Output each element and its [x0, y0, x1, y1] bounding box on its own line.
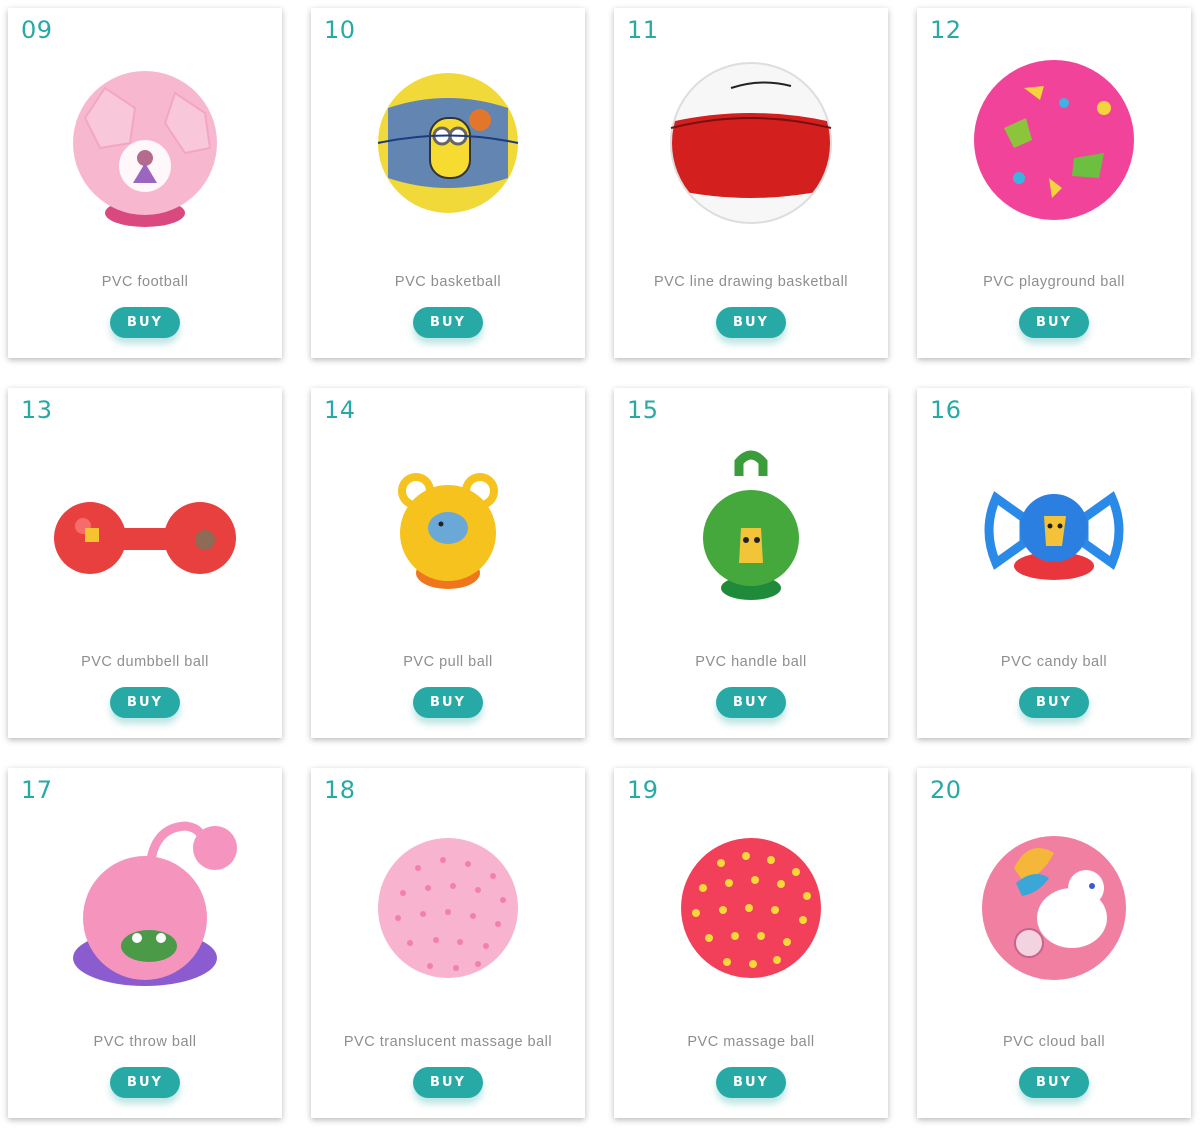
product-number: 10 [324, 16, 356, 44]
buy-button[interactable]: BUY [413, 1067, 483, 1098]
product-card: 15 PVC handle ball BUY [614, 388, 888, 738]
buy-button[interactable]: BUY [716, 307, 786, 338]
pvc-handle-ball-image [651, 428, 851, 608]
product-name: PVC handle ball [695, 654, 807, 670]
product-name: PVC basketball [394, 274, 502, 290]
product-grid: 09 PVC football BUY 10 PVC basketball BU… [8, 8, 1191, 1118]
buy-button[interactable]: BUY [716, 687, 786, 718]
product-number: 13 [21, 396, 53, 424]
buy-button[interactable]: BUY [413, 307, 483, 338]
buy-button[interactable]: BUY [110, 687, 180, 718]
buy-button[interactable]: BUY [716, 1067, 786, 1098]
product-number: 15 [627, 396, 659, 424]
pvc-dumbbell-ball-image [45, 428, 245, 608]
product-name: PVC dumbbell ball [81, 654, 209, 670]
product-number: 16 [930, 396, 962, 424]
product-name: PVC translucent massage ball [343, 1034, 553, 1050]
pvc-line-drawing-basketball-image [651, 48, 851, 228]
product-number: 17 [21, 776, 53, 804]
product-name: PVC football [101, 274, 189, 290]
buy-button[interactable]: BUY [110, 1067, 180, 1098]
product-name: PVC candy ball [1000, 654, 1108, 670]
product-card: 11 PVC line drawing basketball BUY [614, 8, 888, 358]
pvc-candy-ball-image [954, 428, 1154, 608]
pvc-translucent-massage-ball-image [348, 808, 548, 988]
product-card: 18 PVC translucent massage ball BUY [311, 768, 585, 1118]
buy-button[interactable]: BUY [1019, 307, 1089, 338]
product-name: PVC pull ball [403, 654, 493, 670]
product-card: 16 PVC candy ball BUY [917, 388, 1191, 738]
product-number: 20 [930, 776, 962, 804]
product-name: PVC playground ball [983, 274, 1125, 290]
buy-button[interactable]: BUY [413, 687, 483, 718]
pvc-playground-ball-image [954, 48, 1154, 228]
pvc-throw-ball-image [45, 808, 245, 988]
pvc-pull-ball-image [348, 428, 548, 608]
pvc-basketball-image [348, 48, 548, 228]
product-card: 09 PVC football BUY [8, 8, 282, 358]
product-name: PVC line drawing basketball [653, 274, 849, 290]
pvc-football-image [45, 48, 245, 228]
product-card: 12 PVC playground ball BUY [917, 8, 1191, 358]
product-number: 19 [627, 776, 659, 804]
buy-button[interactable]: BUY [110, 307, 180, 338]
product-number: 09 [21, 16, 53, 44]
product-name: PVC cloud ball [1002, 1034, 1106, 1050]
product-name: PVC throw ball [93, 1034, 197, 1050]
product-card: 19 PVC massage ball BUY [614, 768, 888, 1118]
buy-button[interactable]: BUY [1019, 687, 1089, 718]
product-number: 14 [324, 396, 356, 424]
product-card: 14 PVC pull ball BUY [311, 388, 585, 738]
buy-button[interactable]: BUY [1019, 1067, 1089, 1098]
product-card: 17 PVC throw ball BUY [8, 768, 282, 1118]
product-card: 20 PVC cloud ball BUY [917, 768, 1191, 1118]
product-card: 10 PVC basketball BUY [311, 8, 585, 358]
product-number: 11 [627, 16, 659, 44]
product-name: PVC massage ball [687, 1034, 815, 1050]
pvc-cloud-ball-image [954, 808, 1154, 988]
product-number: 12 [930, 16, 962, 44]
pvc-massage-ball-image [651, 808, 851, 988]
product-number: 18 [324, 776, 356, 804]
product-card: 13 PVC dumbbell ball BUY [8, 388, 282, 738]
